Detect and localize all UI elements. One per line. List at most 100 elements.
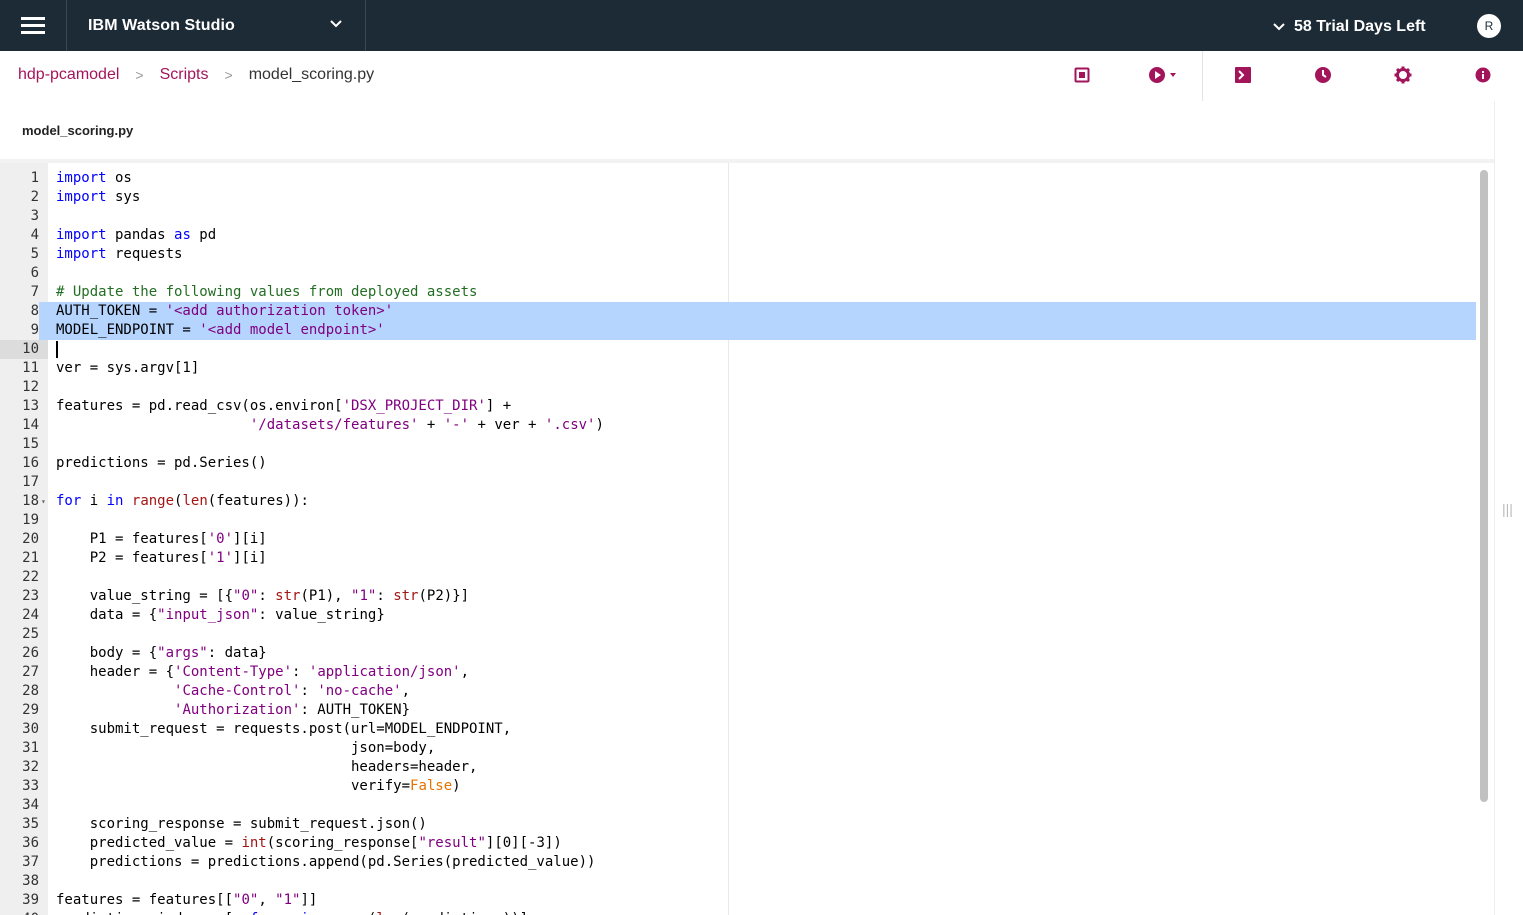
line-number: 27: [22, 664, 39, 680]
code-line[interactable]: 6: [0, 264, 1476, 283]
code-line[interactable]: 12: [0, 378, 1476, 397]
code-line[interactable]: 17: [0, 473, 1476, 492]
code-line[interactable]: 8 AUTH_TOKEN = '<add authorization token>…: [0, 302, 1476, 321]
code-text: import os: [56, 170, 132, 186]
code-line[interactable]: 20 P1 = features['0'][i]: [0, 530, 1476, 549]
code-text: predictions.index = [x for x in range(le…: [56, 910, 528, 915]
line-number: 6: [30, 265, 39, 281]
trial-days-dropdown[interactable]: 58 Trial Days Left: [1272, 18, 1426, 36]
code-line[interactable]: 19: [0, 511, 1476, 530]
code-line[interactable]: 39 features = features[["0", "1"]]: [0, 891, 1476, 910]
caret-down-icon: [1169, 73, 1176, 77]
code-line[interactable]: 31 json=body,: [0, 739, 1476, 758]
line-number: 13: [22, 398, 39, 414]
line-number: 1: [30, 170, 39, 186]
code-line[interactable]: 22: [0, 568, 1476, 587]
save-button[interactable]: [1072, 65, 1092, 85]
product-switcher[interactable]: IBM Watson Studio: [66, 0, 366, 51]
history-button[interactable]: [1313, 65, 1333, 85]
code-line[interactable]: 5 import requests: [0, 245, 1476, 264]
code-text: import sys: [56, 189, 141, 205]
line-number: 40: [0, 910, 39, 915]
code-line[interactable]: 13 features = pd.read_csv(os.environ['DSX…: [0, 397, 1476, 416]
chevron-right-icon: >: [224, 67, 233, 83]
line-number: 39: [22, 892, 39, 908]
code-text: import pandas as pd: [56, 227, 217, 243]
code-line[interactable]: 3: [0, 207, 1476, 226]
code-text: features = features[["0", "1"]]: [56, 892, 318, 908]
code-line[interactable]: 37 predictions = predictions.append(pd.S…: [0, 853, 1476, 872]
code-text: predictions = predictions.append(pd.Seri…: [56, 854, 596, 870]
hamburger-icon: [21, 13, 45, 38]
code-line[interactable]: 10: [0, 340, 1476, 359]
line-number: 9: [0, 321, 39, 340]
terminal-icon: [1235, 67, 1251, 83]
settings-button[interactable]: [1393, 65, 1413, 85]
code-text: scoring_response = submit_request.json(): [56, 816, 427, 832]
breadcrumb-current-file: model_scoring.py: [248, 66, 375, 83]
file-title: model_scoring.py: [22, 123, 134, 138]
line-number: 33: [22, 778, 39, 794]
code-line[interactable]: 23 value_string = [{"0": str(P1), "1": s…: [0, 587, 1476, 606]
run-button[interactable]: [1146, 65, 1178, 85]
line-number: 37: [22, 854, 39, 870]
code-line[interactable]: 35 scoring_response = submit_request.jso…: [0, 815, 1476, 834]
code-line[interactable]: 33 verify=False): [0, 777, 1476, 796]
code-line[interactable]: 2 import sys: [0, 188, 1476, 207]
breadcrumb-project-link[interactable]: hdp-pcamodel: [18, 66, 119, 84]
line-number: 7: [30, 284, 39, 300]
vertical-scrollbar[interactable]: [1480, 170, 1488, 802]
code-text: data = {"input_json": value_string}: [56, 607, 385, 623]
code-text: P1 = features['0'][i]: [56, 531, 267, 547]
code-line[interactable]: 21 P2 = features['1'][i]: [0, 549, 1476, 568]
code-line[interactable]: 28 'Cache-Control': 'no-cache',: [0, 682, 1476, 701]
code-line[interactable]: 1 import os: [0, 169, 1476, 188]
product-name: IBM Watson Studio: [88, 16, 235, 34]
line-number: 3: [30, 208, 39, 224]
code-line[interactable]: 38: [0, 872, 1476, 891]
code-line[interactable]: 34: [0, 796, 1476, 815]
code-lines: 1 import os 2 import sys 3 4 import pandas as …: [0, 169, 1476, 915]
code-line[interactable]: 30 submit_request = requests.post(url=MO…: [0, 720, 1476, 739]
line-number: 34: [22, 797, 39, 813]
file-header: model_scoring.py: [0, 101, 1494, 163]
fold-toggle-icon[interactable]: ▾: [41, 492, 46, 511]
code-text: features = pd.read_csv(os.environ['DSX_P…: [56, 398, 512, 414]
code-line[interactable]: 26 body = {"args": data}: [0, 644, 1476, 663]
line-number: 29: [22, 702, 39, 718]
code-line[interactable]: 14 '/datasets/features' + '-' + ver + '.…: [0, 416, 1476, 435]
avatar[interactable]: R: [1477, 14, 1501, 38]
line-number: 4: [30, 227, 39, 243]
code-line[interactable]: 4 import pandas as pd: [0, 226, 1476, 245]
toolbar-divider: [1202, 51, 1203, 101]
code-line[interactable]: 15: [0, 435, 1476, 454]
code-editor[interactable]: 1 import os 2 import sys 3 4 import pandas as …: [0, 163, 1494, 915]
menu-button[interactable]: [0, 0, 67, 51]
code-text: predictions = pd.Series(): [56, 455, 267, 471]
code-line[interactable]: 27 header = {'Content-Type': 'applicatio…: [0, 663, 1476, 682]
code-line[interactable]: 36 predicted_value = int(scoring_respons…: [0, 834, 1476, 853]
code-line[interactable]: 7 # Update the following values from depl…: [0, 283, 1476, 302]
terminal-button[interactable]: [1233, 65, 1253, 85]
code-line[interactable]: 16 predictions = pd.Series(): [0, 454, 1476, 473]
line-number: 14: [22, 417, 39, 433]
info-button[interactable]: [1473, 65, 1493, 85]
code-line[interactable]: 29 'Authorization': AUTH_TOKEN}: [0, 701, 1476, 720]
code-line[interactable]: 24 data = {"input_json": value_string}: [0, 606, 1476, 625]
code-text: MODEL_ENDPOINT = '<add model endpoint>': [56, 322, 385, 338]
code-line[interactable]: 32 headers=header,: [0, 758, 1476, 777]
line-number: 36: [22, 835, 39, 851]
code-line[interactable]: 9 MODEL_ENDPOINT = '<add model endpoint>': [0, 321, 1476, 340]
line-number: 16: [22, 455, 39, 471]
panel-resize-handle-icon[interactable]: |||: [1502, 501, 1513, 517]
code-line[interactable]: 18 ▾ for i in range(len(features)):: [0, 492, 1476, 511]
code-line[interactable]: 25: [0, 625, 1476, 644]
line-number: 38: [22, 873, 39, 889]
history-icon: [1315, 67, 1331, 83]
code-text: # Update the following values from deplo…: [56, 284, 478, 300]
breadcrumb-scripts-link[interactable]: Scripts: [160, 66, 209, 84]
code-line[interactable]: 40 predictions.index = [x for x in range(…: [0, 910, 1476, 915]
side-panel-collapsed: |||: [1494, 101, 1523, 915]
line-number: 5: [30, 246, 39, 262]
code-line[interactable]: 11 ver = sys.argv[1]: [0, 359, 1476, 378]
